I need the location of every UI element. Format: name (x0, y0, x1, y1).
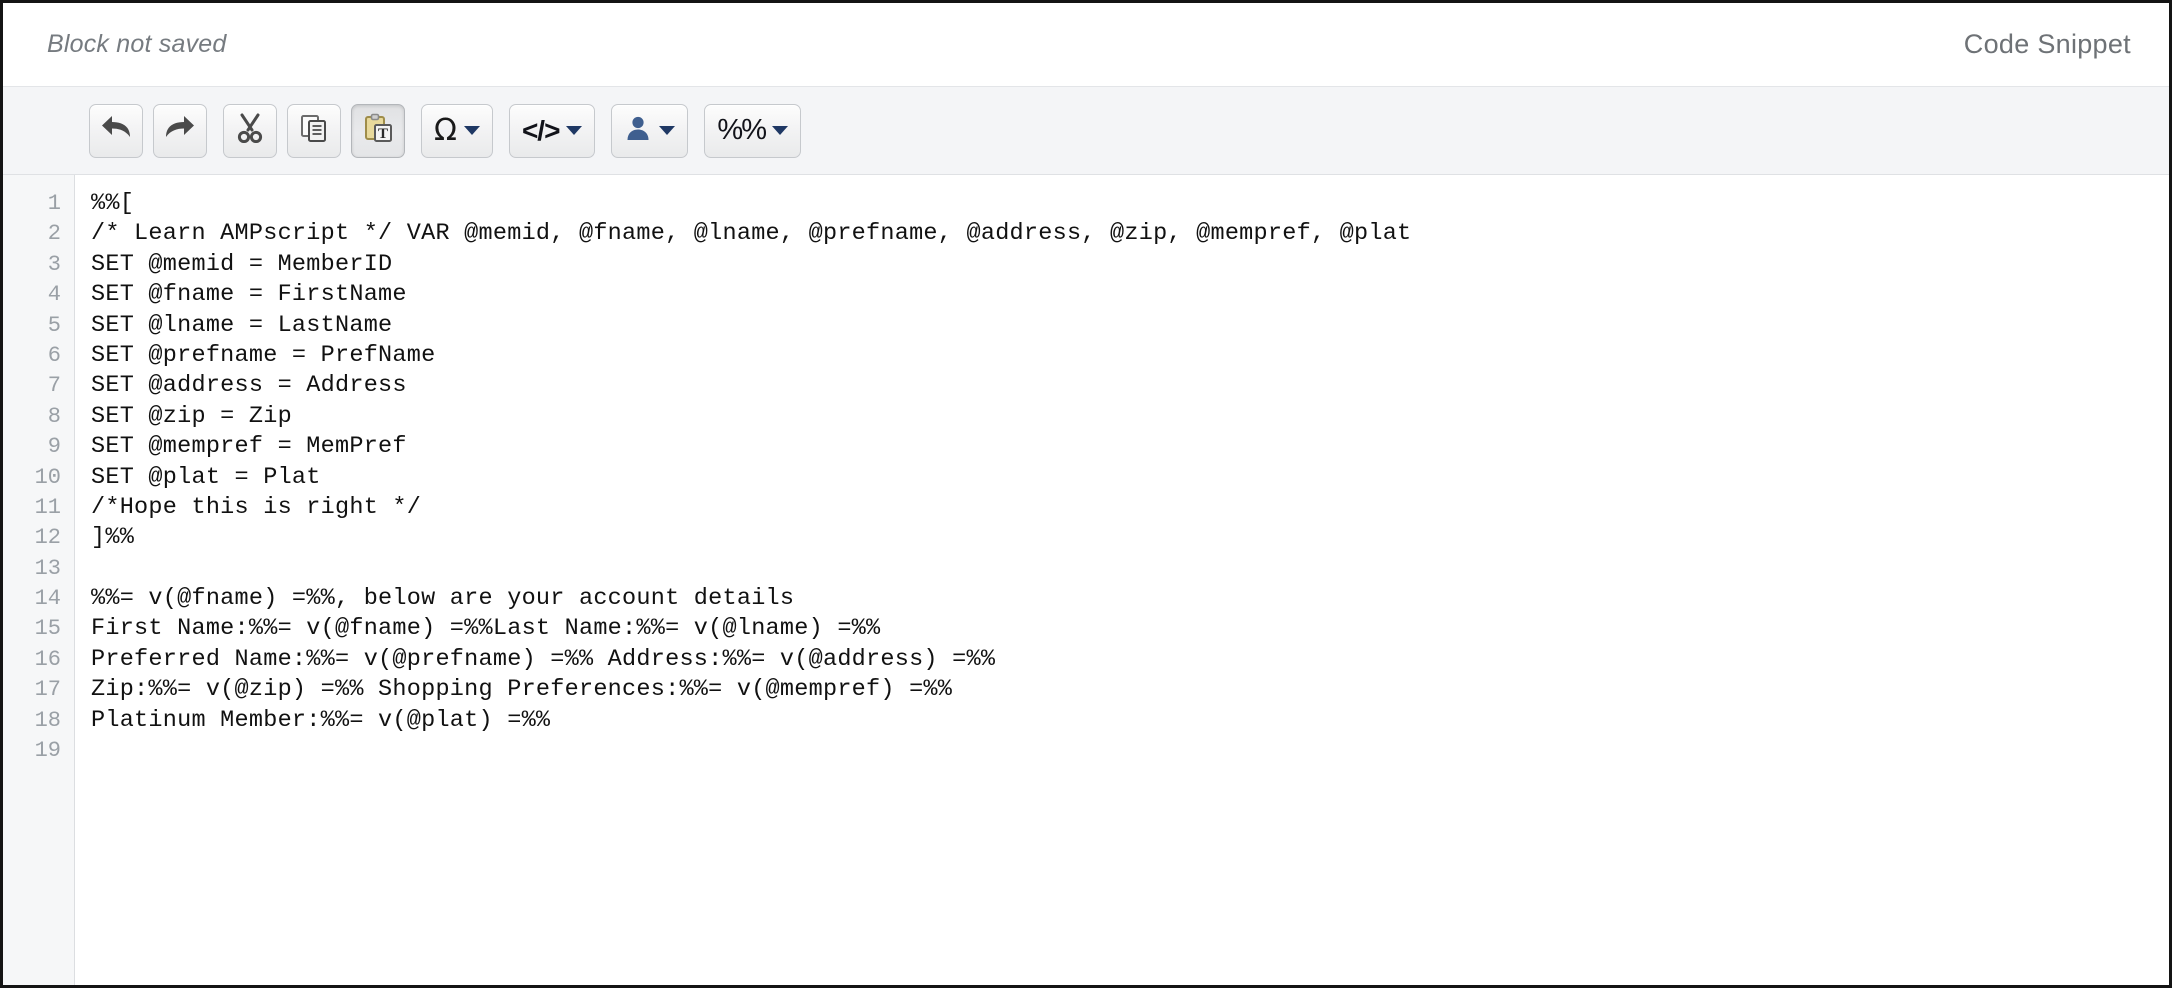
copy-button[interactable] (287, 103, 341, 158)
code-editor-area[interactable]: 1 2 3 4 5 6 7 8 9 10 11 12 13 14 15 16 17 18 19 %%[/* Lear… (3, 175, 2169, 985)
line-number: 8 (47, 403, 61, 429)
line-number: 6 (47, 342, 61, 368)
toolbar-group-personalization (611, 103, 689, 158)
code-line[interactable] (91, 736, 2169, 766)
chevron-down-icon (659, 126, 676, 135)
code-line[interactable]: SET @prefname = PrefName (91, 341, 2169, 371)
line-number: 17 (34, 677, 61, 703)
redo-button[interactable] (153, 103, 207, 158)
line-number: 7 (47, 373, 61, 399)
code-line[interactable]: Zip:%%= v(@zip) =%% Shopping Preferences… (91, 675, 2169, 705)
chevron-down-icon (463, 126, 480, 135)
line-number: 4 (47, 282, 61, 308)
panel-title: Code Snippet (1963, 29, 2131, 59)
svg-text:T: T (378, 126, 388, 142)
percent-percent-icon: %% (717, 114, 767, 146)
undo-arrow-icon (100, 115, 132, 146)
person-icon (624, 114, 652, 147)
code-line[interactable] (91, 554, 2169, 584)
clipboard-text-icon: T (363, 113, 393, 148)
line-number: 19 (34, 738, 61, 764)
personalization-button[interactable] (611, 103, 689, 158)
copy-documents-icon (299, 113, 329, 148)
code-text-area[interactable]: %%[/* Learn AMPscript */ VAR @memid, @fn… (75, 175, 2169, 985)
editor-status-bar: Block not saved Code Snippet (3, 3, 2169, 87)
code-line[interactable]: SET @mempref = MemPref (91, 432, 2169, 462)
code-line[interactable]: Platinum Member:%%= v(@plat) =%% (91, 706, 2169, 736)
code-snippet-editor-window: Block not saved Code Snippet T Ω </> %% … (0, 0, 2172, 988)
redo-arrow-icon (164, 115, 196, 146)
line-number: 1 (47, 191, 61, 216)
toolbar-group-ampscript: %% (704, 103, 801, 158)
line-number: 14 (34, 586, 61, 612)
line-number-gutter: 1 2 3 4 5 6 7 8 9 10 11 12 13 14 15 16 17 18 19 (3, 175, 75, 985)
toolbar-group-clipboard: T (223, 103, 405, 158)
cut-button[interactable] (223, 103, 277, 158)
code-line[interactable]: /* Learn AMPscript */ VAR @memid, @fname… (91, 219, 2169, 249)
code-line[interactable]: SET @fname = FirstName (91, 280, 2169, 310)
code-line[interactable]: SET @lname = LastName (91, 311, 2169, 341)
chevron-down-icon (772, 126, 788, 135)
scissors-icon (235, 113, 265, 148)
code-line[interactable]: %%[ (91, 189, 2169, 219)
line-number: 3 (47, 251, 61, 277)
code-line[interactable]: ]%% (91, 523, 2169, 553)
block-save-status: Block not saved (47, 30, 227, 58)
line-number: 16 (34, 646, 61, 672)
line-number: 10 (34, 464, 61, 490)
line-number: 11 (34, 494, 61, 520)
code-line[interactable]: SET @zip = Zip (91, 402, 2169, 432)
chevron-down-icon (566, 126, 583, 135)
source-code-button[interactable]: </> (508, 103, 596, 158)
code-line[interactable]: /*Hope this is right */ (91, 493, 2169, 523)
code-line[interactable]: SET @address = Address (91, 371, 2169, 401)
code-brackets-icon: </> (521, 114, 560, 146)
line-number: 2 (47, 221, 61, 247)
line-number: 13 (34, 555, 61, 581)
code-line[interactable]: First Name:%%= v(@fname) =%%Last Name:%%… (91, 614, 2169, 644)
toolbar-group-history (89, 103, 207, 158)
paste-as-text-button[interactable]: T (351, 103, 405, 158)
toolbar-group-source-code: </> (508, 103, 596, 158)
code-line[interactable]: SET @memid = MemberID (91, 250, 2169, 280)
ampscript-button[interactable]: %% (704, 103, 801, 158)
code-line[interactable]: SET @plat = Plat (91, 463, 2169, 493)
code-line[interactable]: %%= v(@fname) =%%, below are your accoun… (91, 584, 2169, 614)
code-line[interactable]: Preferred Name:%%= v(@prefname) =%% Addr… (91, 645, 2169, 675)
undo-button[interactable] (89, 103, 143, 158)
line-number: 9 (47, 434, 61, 460)
line-number: 15 (34, 616, 61, 642)
editor-toolbar: T Ω </> %% (3, 87, 2169, 175)
special-character-button[interactable]: Ω (421, 103, 493, 158)
line-number: 12 (34, 525, 61, 551)
toolbar-group-special-character: Ω (421, 103, 493, 158)
line-number: 5 (47, 312, 61, 338)
omega-icon: Ω (434, 112, 457, 148)
line-number: 18 (34, 707, 61, 733)
